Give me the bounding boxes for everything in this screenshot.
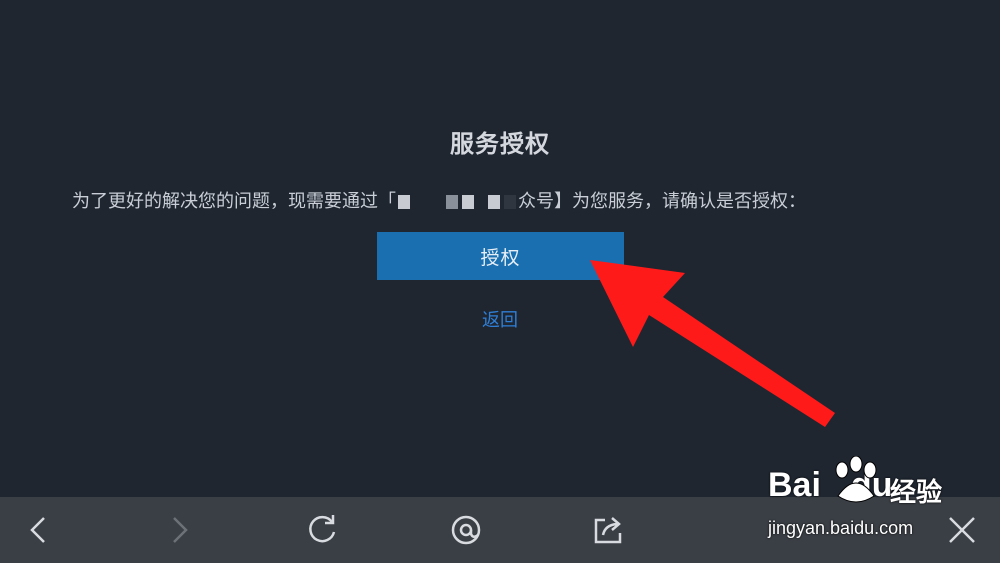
share-icon bbox=[594, 517, 622, 544]
refresh-icon bbox=[309, 515, 336, 543]
authorization-message: 为了更好的解决您的问题，现需要通过「 众号】为您服务，请确认是否授权： bbox=[72, 189, 952, 215]
redacted-block bbox=[504, 195, 516, 209]
redacted-block bbox=[462, 195, 474, 209]
share-button[interactable] bbox=[588, 510, 628, 550]
redacted-block bbox=[446, 195, 458, 209]
app-window: 服务授权 为了更好的解决您的问题，现需要通过「 众号】为您服务，请确认是否授权： … bbox=[0, 0, 1000, 563]
forward-button[interactable] bbox=[160, 510, 200, 550]
message-suffix: 众号】为您服务，请确认是否授权： bbox=[518, 191, 806, 212]
watermark-url: jingyan.baidu.com bbox=[768, 518, 914, 538]
forward-icon bbox=[173, 517, 188, 543]
back-link[interactable]: 返回 bbox=[0, 306, 1000, 332]
back-link-label: 返回 bbox=[482, 310, 518, 331]
refresh-button[interactable] bbox=[302, 510, 342, 550]
baidu-jingyan-watermark: Bai du 经验 jingyan.baidu.com bbox=[760, 452, 960, 542]
paw-logo-icon bbox=[835, 456, 877, 503]
authorization-page: 服务授权 为了更好的解决您的问题，现需要通过「 众号】为您服务，请确认是否授权： … bbox=[0, 0, 1000, 497]
mention-button[interactable] bbox=[446, 510, 486, 550]
annotation-arrow-shape bbox=[590, 260, 835, 427]
watermark-product: 经验 bbox=[890, 478, 943, 508]
page-title: 服务授权 bbox=[450, 130, 550, 158]
message-prefix: 为了更好的解决您的问题，现需要通过「 bbox=[72, 191, 396, 212]
redacted-block bbox=[488, 195, 500, 209]
back-button[interactable] bbox=[18, 510, 58, 550]
at-icon bbox=[451, 515, 481, 545]
redacted-block bbox=[398, 195, 410, 209]
annotation-arrow bbox=[590, 260, 835, 427]
back-icon bbox=[30, 517, 45, 543]
